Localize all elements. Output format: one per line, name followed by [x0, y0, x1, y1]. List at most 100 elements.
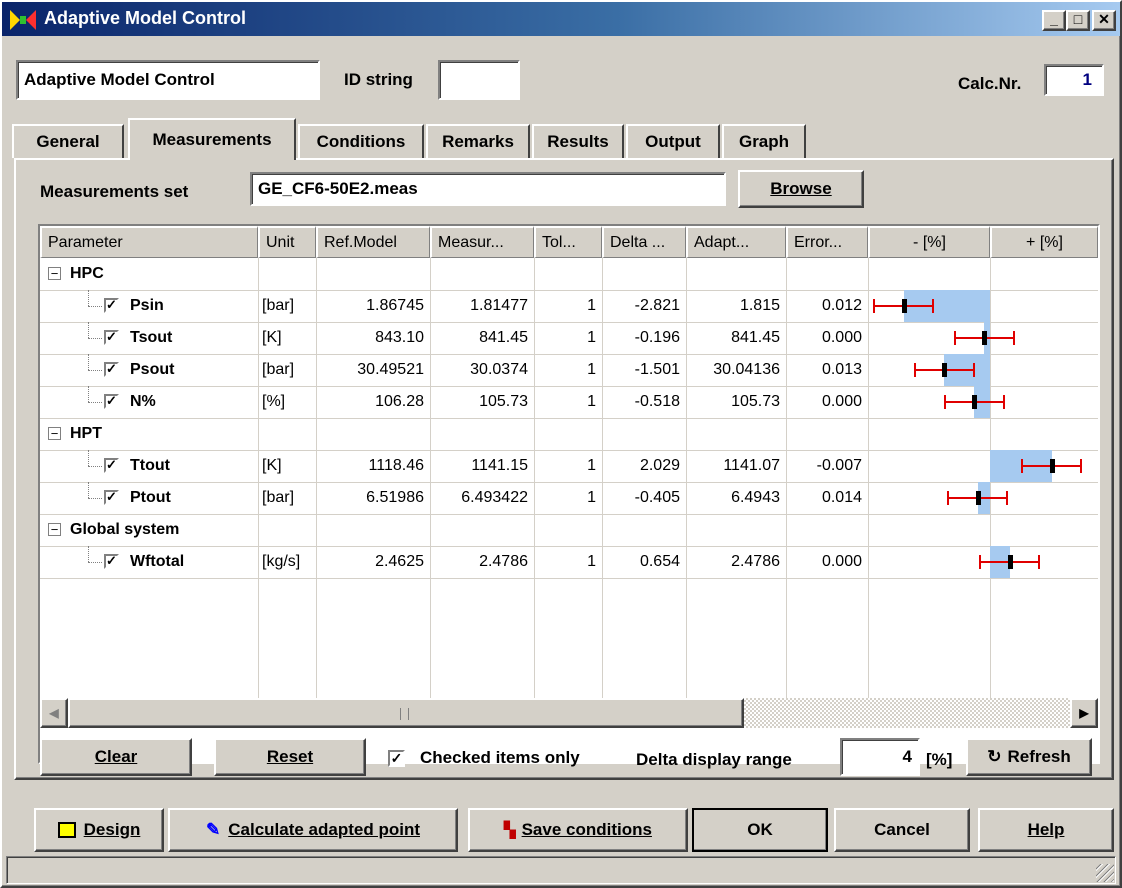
col-header-error[interactable]: Error...	[786, 226, 868, 258]
row-divider	[40, 578, 1098, 579]
resize-grip-icon[interactable]	[1096, 864, 1114, 882]
tolerance-cap	[979, 555, 982, 569]
cancel-button[interactable]: Cancel	[834, 808, 970, 852]
ok-button[interactable]: OK	[692, 808, 828, 852]
title-bar[interactable]: Adaptive Model Control _ □ ✕	[2, 2, 1120, 36]
tree-connector	[88, 338, 102, 339]
cell-tol: 1	[587, 361, 596, 378]
tab-graph[interactable]: Graph	[722, 124, 806, 158]
name-field[interactable]	[16, 60, 320, 100]
clear-button[interactable]: Clear	[40, 738, 192, 776]
cell-error: 0.014	[821, 489, 862, 506]
parameter-checkbox[interactable]: ✓	[104, 298, 119, 313]
calculate-adapted-point-button[interactable]: ✎ Calculate adapted point	[168, 808, 458, 852]
tree-connector	[88, 386, 89, 402]
scroll-thumb[interactable]	[68, 698, 744, 728]
id-string-label: ID string	[344, 70, 413, 89]
tolerance-cap	[932, 299, 935, 313]
group-row[interactable]: − HPT	[40, 418, 1098, 450]
cell-adapt: 1141.07	[723, 457, 780, 474]
cell-ref: 1118.46	[368, 457, 424, 474]
cell-delta: 0.654	[639, 553, 680, 570]
measured-marker	[901, 299, 907, 313]
parameter-checkbox[interactable]: ✓	[104, 554, 119, 569]
tab-results[interactable]: Results	[532, 124, 624, 158]
close-button[interactable]: ✕	[1092, 10, 1116, 31]
col-header-tolerance[interactable]: Tol...	[534, 226, 602, 258]
col-header-measured[interactable]: Measur...	[430, 226, 534, 258]
checked-items-only-checkbox[interactable]: ✓	[388, 750, 405, 767]
collapse-icon[interactable]: −	[48, 427, 61, 440]
col-header-adapted[interactable]: Adapt...	[686, 226, 786, 258]
table-row[interactable]: ✓ Wftotal [kg/s] 2.4625 2.4786 1 0.654 2.4786 0.…	[40, 546, 1098, 578]
cell-meas: 1.81477	[470, 297, 528, 314]
tab-general[interactable]: General	[12, 124, 124, 158]
design-button[interactable]: Design	[34, 808, 164, 852]
col-header-parameter[interactable]: Parameter	[40, 226, 258, 258]
table-row[interactable]: ✓ Psin [bar] 1.86745 1.81477 1 -2.821 1.815 0.01…	[40, 290, 1098, 322]
checked-items-only-label: Checked items only	[420, 748, 580, 767]
col-header-minus-percent[interactable]: - [%]	[868, 226, 990, 258]
cell-meas: 30.0374	[470, 361, 528, 378]
tree-connector	[88, 546, 89, 562]
parameter-checkbox[interactable]: ✓	[104, 490, 119, 505]
tolerance-cap	[1012, 331, 1015, 345]
cell-ref: 6.51986	[366, 489, 424, 506]
minimize-button[interactable]: _	[1042, 10, 1066, 31]
delta-display-range-field[interactable]	[840, 738, 920, 776]
tree-connector	[88, 482, 89, 498]
scroll-grip-icon	[400, 708, 409, 720]
tolerance-cap	[913, 363, 916, 377]
refresh-button[interactable]: ↻ Refresh	[966, 738, 1092, 776]
table-row[interactable]: ✓ Ptout [bar] 6.51986 6.493422 1 -0.405 6.4943 0…	[40, 482, 1098, 514]
group-label: Global system	[70, 521, 180, 538]
id-string-field[interactable]	[438, 60, 520, 100]
tab-measurements[interactable]: Measurements	[128, 118, 296, 160]
tree-connector	[88, 450, 89, 466]
maximize-icon: □	[1073, 11, 1083, 27]
horizontal-scrollbar[interactable]: ◀ ▶	[40, 698, 1098, 728]
cell-delta: -0.518	[634, 393, 680, 410]
parameter-checkbox[interactable]: ✓	[104, 330, 119, 345]
tolerance-cap	[1002, 395, 1005, 409]
maximize-button[interactable]: □	[1066, 10, 1090, 31]
help-button[interactable]: Help	[978, 808, 1114, 852]
cell-tol: 1	[587, 457, 596, 474]
tab-remarks[interactable]: Remarks	[426, 124, 530, 158]
table-row[interactable]: ✓ Ttout [K] 1118.46 1141.15 1 2.029 1141.07 -0.0…	[40, 450, 1098, 482]
tolerance-cap	[1021, 459, 1024, 473]
cell-unit: [kg/s]	[262, 553, 301, 570]
browse-button[interactable]: Browse	[738, 170, 864, 208]
group-row[interactable]: − Global system	[40, 514, 1098, 546]
table-row[interactable]: ✓ Psout [bar] 30.49521 30.0374 1 -1.501 30.0413…	[40, 354, 1098, 386]
scroll-right-button[interactable]: ▶	[1070, 698, 1098, 728]
cell-error: 0.000	[821, 393, 862, 410]
measured-marker	[1007, 555, 1013, 569]
cell-unit: [K]	[262, 329, 282, 346]
save-conditions-button[interactable]: ▚ Save conditions	[468, 808, 688, 852]
col-header-unit[interactable]: Unit	[258, 226, 316, 258]
reset-button[interactable]: Reset	[214, 738, 366, 776]
measurements-set-field[interactable]	[250, 172, 726, 206]
table-row[interactable]: ✓ N% [%] 106.28 105.73 1 -0.518 105.73 0.000	[40, 386, 1098, 418]
parameter-checkbox[interactable]: ✓	[104, 458, 119, 473]
tab-conditions[interactable]: Conditions	[298, 124, 424, 158]
table-row[interactable]: ✓ Tsout [K] 843.10 841.45 1 -0.196 841.45 0.000	[40, 322, 1098, 354]
cell-error: -0.007	[816, 457, 862, 474]
scroll-left-button[interactable]: ◀	[40, 698, 68, 728]
col-header-ref-model[interactable]: Ref.Model	[316, 226, 430, 258]
col-header-delta[interactable]: Delta ...	[602, 226, 686, 258]
cell-error: 0.013	[821, 361, 862, 378]
parameter-checkbox[interactable]: ✓	[104, 394, 119, 409]
cell-delta: -2.821	[634, 297, 680, 314]
col-header-plus-percent[interactable]: + [%]	[990, 226, 1098, 258]
design-icon	[57, 822, 76, 838]
measured-marker	[982, 331, 988, 345]
tab-output[interactable]: Output	[626, 124, 720, 158]
collapse-icon[interactable]: −	[48, 523, 61, 536]
cell-ref: 30.49521	[357, 361, 424, 378]
collapse-icon[interactable]: −	[48, 267, 61, 280]
group-row[interactable]: − HPC	[40, 258, 1098, 290]
parameter-checkbox[interactable]: ✓	[104, 362, 119, 377]
tree-connector	[88, 562, 102, 563]
